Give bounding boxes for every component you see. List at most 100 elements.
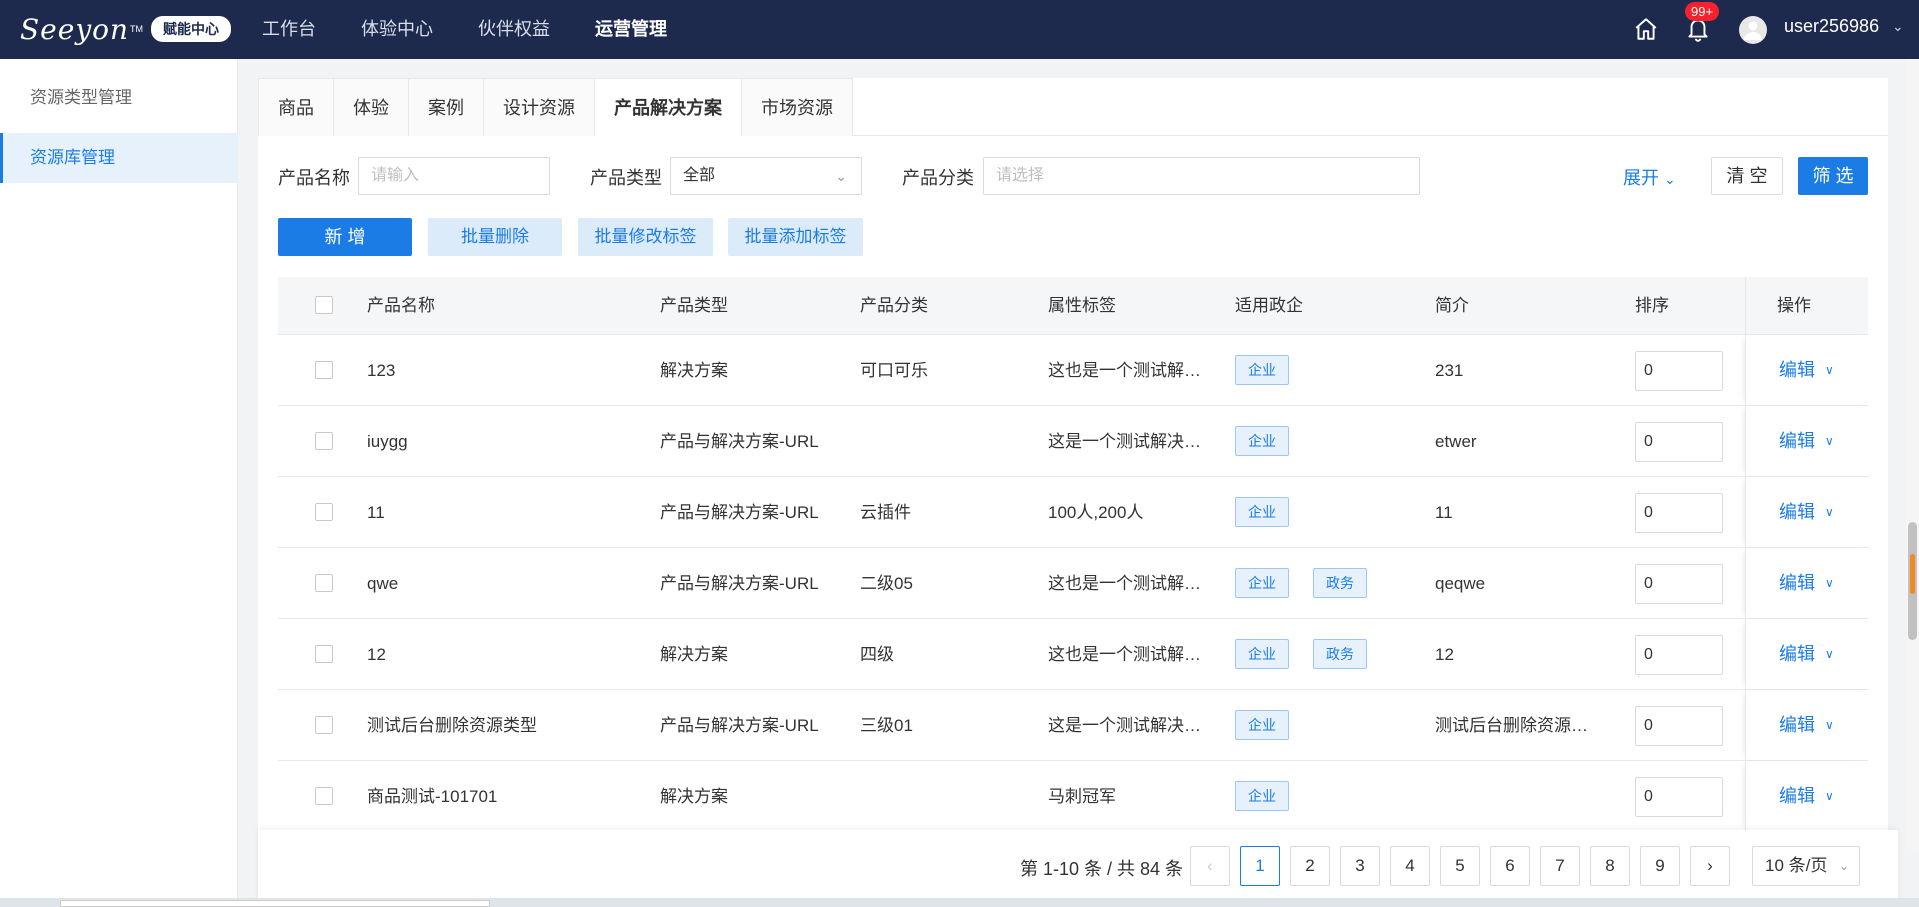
nav-item-partner-rights[interactable]: 伙伴权益 [478,0,550,59]
row-checkbox[interactable] [315,432,333,450]
row-checkbox[interactable] [315,574,333,592]
cell-intro: qeqwe [1435,574,1486,593]
page-button[interactable]: 9 [1640,846,1680,886]
cell-intro: 11 [1435,503,1453,522]
prev-page-button[interactable]: ‹ [1190,846,1230,886]
add-button[interactable]: 新 增 [278,218,412,256]
row-checkbox[interactable] [315,787,333,805]
page-button[interactable]: 8 [1590,846,1630,886]
sort-input[interactable]: 0 [1635,777,1723,817]
sort-input[interactable]: 0 [1635,422,1723,462]
logo-trademark: TM [130,24,144,34]
sidebar-item-resource-type[interactable]: 资源类型管理 [0,73,238,123]
chevron-down-icon: ⌄ [1664,171,1676,187]
page-button[interactable]: 6 [1490,846,1530,886]
sort-input[interactable]: 0 [1635,706,1723,746]
chevron-down-icon[interactable]: ∨ [1825,406,1834,477]
cell-name: qwe [367,574,399,593]
chevron-down-icon[interactable]: ∨ [1825,335,1834,406]
logo[interactable]: Seeyon TM 赋能中心 [20,12,232,46]
table-row: iuygg 产品与解决方案-URL 这是一个测试解决… etwer 企业 0 编辑 ∨ [278,406,1868,477]
tab-cases[interactable]: 案例 [408,78,484,136]
filter-button[interactable]: 筛 选 [1798,157,1868,195]
chevron-down-icon[interactable]: ∨ [1825,619,1834,690]
applicable-tag: 企业 [1235,639,1289,669]
page-button[interactable]: 3 [1340,846,1380,886]
cell-name: 123 [367,361,396,380]
batch-add-tags-button[interactable]: 批量添加标签 [728,218,863,256]
cell-name: 商品测试-101701 [367,787,498,806]
product-name-input[interactable]: 请输入 [358,157,550,195]
page-size-select[interactable]: 10 条/页 ⌄ [1752,846,1860,886]
page-button[interactable]: 2 [1290,846,1330,886]
cell-type: 产品与解决方案-URL [660,503,819,522]
username[interactable]: user256986 [1784,16,1879,37]
edit-link[interactable]: 编辑 [1779,761,1815,832]
tab-bar: 商品 体验 案例 设计资源 产品解决方案 市场资源 [258,78,1888,136]
cell-tags: 100人,200人 [1048,503,1144,522]
pagination-info: 第 1-10 条 / 共 84 条 [1020,859,1184,879]
notification-badge: 99+ [1685,2,1720,21]
row-checkbox[interactable] [315,503,333,521]
chevron-down-icon[interactable]: ⌄ [1892,18,1904,35]
table-row: 11 产品与解决方案-URL 云插件 100人,200人 11 企业 0 编辑 ∨ [278,477,1868,548]
logo-badge: 赋能中心 [151,16,232,42]
batch-delete-button[interactable]: 批量删除 [428,218,562,256]
cell-tags: 这是一个测试解决… [1048,716,1201,735]
page-button[interactable]: 4 [1390,846,1430,886]
edit-link[interactable]: 编辑 [1779,335,1815,406]
page-scrollbar[interactable] [1906,59,1919,849]
applicable-tag: 企业 [1235,781,1289,811]
nav-item-operations[interactable]: 运营管理 [595,0,667,59]
sidebar-item-resource-library[interactable]: 资源库管理 [0,133,238,183]
chevron-down-icon[interactable]: ∨ [1825,548,1834,619]
page-button[interactable]: 5 [1440,846,1480,886]
top-navbar: Seeyon TM 赋能中心 工作台 体验中心 伙伴权益 运营管理 99+ us… [0,0,1919,59]
chevron-down-icon[interactable]: ∨ [1825,761,1834,832]
edit-link[interactable]: 编辑 [1779,619,1815,690]
cell-name: 测试后台删除资源类型 [367,716,537,735]
column-header-applicable: 适用政企 [1235,296,1303,315]
tab-design-resources[interactable]: 设计资源 [483,78,595,136]
applicable-tag: 企业 [1235,710,1289,740]
product-name-label: 产品名称 [278,168,350,188]
next-page-button[interactable]: › [1690,846,1730,886]
sort-input[interactable]: 0 [1635,564,1723,604]
product-type-select[interactable]: 全部 ⌄ [670,157,862,195]
sort-input[interactable]: 0 [1635,493,1723,533]
select-all-checkbox[interactable] [315,296,333,314]
edit-link[interactable]: 编辑 [1779,406,1815,477]
row-checkbox[interactable] [315,716,333,734]
nav-item-workbench[interactable]: 工作台 [262,0,316,59]
page-size-value: 10 条/页 [1765,856,1828,875]
chevron-down-icon[interactable]: ∨ [1825,690,1834,761]
cell-tags: 这是一个测试解决… [1048,432,1201,451]
product-category-select[interactable]: 请选择 [983,157,1420,195]
tab-goods[interactable]: 商品 [258,78,334,136]
row-checkbox[interactable] [315,645,333,663]
page-button[interactable]: 7 [1540,846,1580,886]
tab-market-resources[interactable]: 市场资源 [741,78,853,136]
cell-intro: etwer [1435,432,1477,451]
edit-link[interactable]: 编辑 [1779,477,1815,548]
expand-filters-button[interactable]: 展开 ⌄ [1623,164,1676,190]
cell-category: 三级01 [860,716,913,735]
edit-link[interactable]: 编辑 [1779,548,1815,619]
cell-type: 解决方案 [660,361,728,380]
page-button[interactable]: 1 [1240,846,1280,886]
column-header-intro: 简介 [1435,296,1469,315]
avatar[interactable] [1739,16,1767,44]
sidebar: 资源类型管理 资源库管理 [0,59,238,907]
sort-input[interactable]: 0 [1635,635,1723,675]
tab-product-solutions[interactable]: 产品解决方案 [594,78,742,136]
sort-input[interactable]: 0 [1635,351,1723,391]
row-checkbox[interactable] [315,361,333,379]
cell-tags: 马刺冠军 [1048,787,1116,806]
batch-edit-tags-button[interactable]: 批量修改标签 [578,218,713,256]
chevron-down-icon[interactable]: ∨ [1825,477,1834,548]
clear-button[interactable]: 清 空 [1711,157,1783,195]
nav-item-experience[interactable]: 体验中心 [361,0,433,59]
edit-link[interactable]: 编辑 [1779,690,1815,761]
tab-experience[interactable]: 体验 [333,78,409,136]
home-icon[interactable] [1633,16,1659,42]
